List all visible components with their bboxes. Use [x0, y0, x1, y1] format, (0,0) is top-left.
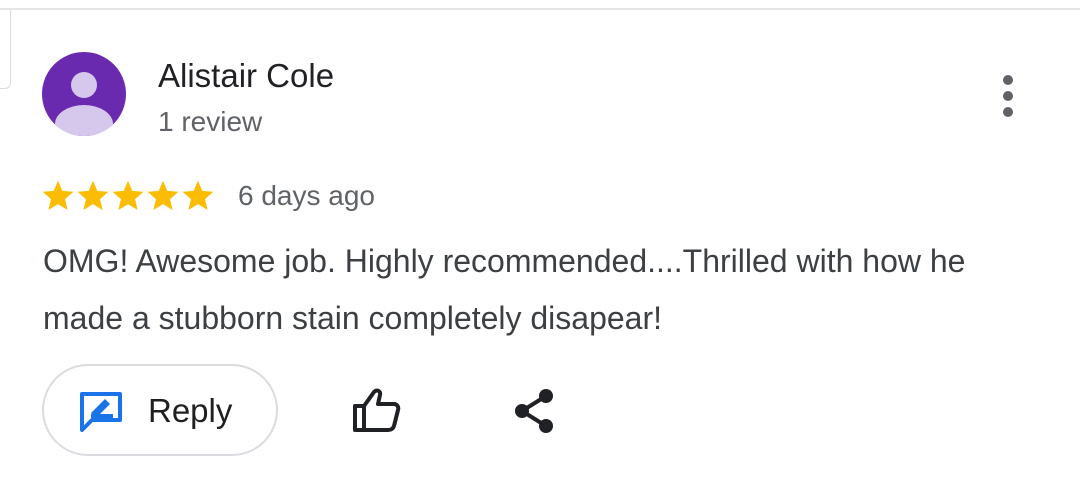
more-options-button[interactable] [988, 70, 1028, 122]
review-text: OMG! Awesome job. Highly recommended....… [43, 243, 966, 336]
top-divider [0, 8, 1080, 10]
star-rating [40, 178, 215, 214]
star-icon [147, 180, 179, 210]
author-name[interactable]: Alistair Cole [158, 56, 334, 96]
share-icon [515, 389, 553, 433]
left-edge-shadow [0, 10, 11, 89]
more-vertical-icon [1003, 75, 1013, 117]
share-button[interactable] [512, 388, 558, 434]
review-count: 1 review [158, 106, 263, 137]
person-icon [55, 72, 113, 136]
star-icon [77, 180, 109, 210]
review-date: 6 days ago [238, 180, 375, 211]
like-button[interactable] [350, 386, 402, 434]
review-card: Alistair Cole 1 review 6 days ago OMG! A… [0, 0, 1080, 489]
reply-edit-icon [80, 392, 122, 432]
thumbs-up-icon [353, 388, 401, 432]
avatar[interactable] [42, 52, 126, 136]
star-icon [112, 180, 144, 210]
reply-button[interactable]: Reply [42, 364, 278, 456]
star-icon [182, 180, 214, 210]
reply-label: Reply [148, 392, 233, 429]
star-icon [42, 180, 74, 210]
